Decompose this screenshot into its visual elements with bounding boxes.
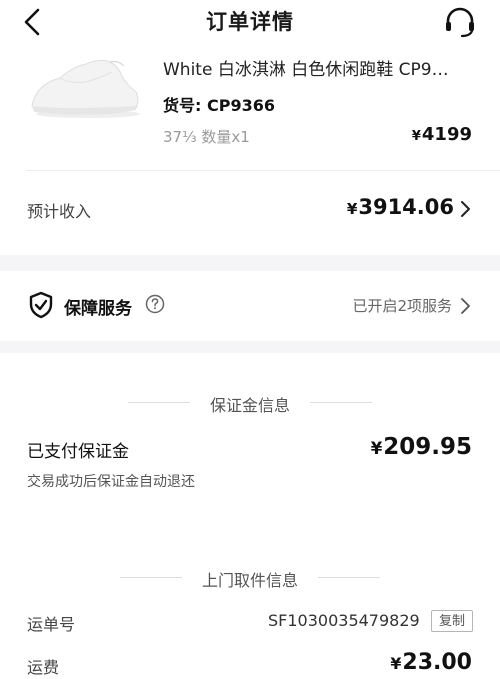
- guarantee-service-status: 已开启2项服务: [352, 297, 452, 315]
- section-gap: [0, 341, 500, 353]
- deposit-paid-amount: 209.95: [383, 434, 472, 460]
- product-size-quantity: 37⅓ 数量x1: [163, 128, 250, 146]
- question-circle-icon: [145, 294, 165, 314]
- waybill-number: SF1030035479829: [268, 611, 420, 630]
- pickup-section-title: 上门取件信息: [201, 571, 298, 590]
- deposit-paid-value: ¥209.95: [371, 434, 472, 460]
- estimated-income-amount: 3914.06: [358, 195, 454, 219]
- shipping-fee-amount: 23.00: [402, 650, 472, 675]
- product-price-value: 4199: [421, 124, 472, 145]
- guarantee-service-label: 保障服务: [64, 299, 132, 319]
- customer-service-button[interactable]: [440, 4, 480, 40]
- heading-line-right: [310, 402, 372, 403]
- chevron-right-icon: [461, 298, 470, 314]
- product-price: ¥4199: [412, 124, 472, 145]
- divider: [26, 170, 500, 171]
- shield-check-icon: [28, 291, 54, 319]
- currency-symbol: ¥: [390, 654, 402, 673]
- copy-waybill-button[interactable]: 复制: [431, 610, 473, 632]
- guarantee-detail-arrow[interactable]: [458, 296, 472, 316]
- waybill-label: 运单号: [27, 615, 76, 634]
- currency-symbol: ¥: [346, 200, 358, 218]
- page-title: 订单详情: [206, 10, 294, 34]
- currency-symbol: ¥: [411, 129, 421, 144]
- deposit-paid-label: 已支付保证金: [27, 442, 129, 462]
- deposit-refund-note: 交易成功后保证金自动退还: [27, 474, 195, 490]
- heading-line-right: [318, 577, 380, 578]
- product-image[interactable]: [26, 44, 146, 144]
- shipping-fee-label: 运费: [27, 658, 60, 677]
- help-button[interactable]: [145, 294, 165, 314]
- estimated-income-value: ¥3914.06: [347, 195, 454, 219]
- sneaker-image: [31, 59, 140, 118]
- headset-icon: [446, 7, 474, 38]
- chevron-right-icon: [461, 201, 470, 217]
- product-sku: 货号: CP9366: [163, 96, 275, 115]
- estimated-income-label: 预计收入: [27, 202, 92, 221]
- product-name: White 白冰淇淋 白色休闲跑鞋 CP9…: [163, 60, 449, 80]
- deposit-section-title: 保证金信息: [209, 396, 290, 415]
- shipping-fee-value: ¥23.00: [390, 650, 472, 675]
- income-detail-arrow[interactable]: [458, 199, 472, 219]
- nav-header: 订单详情: [0, 0, 500, 44]
- section-gap: [0, 255, 500, 271]
- currency-symbol: ¥: [370, 439, 383, 458]
